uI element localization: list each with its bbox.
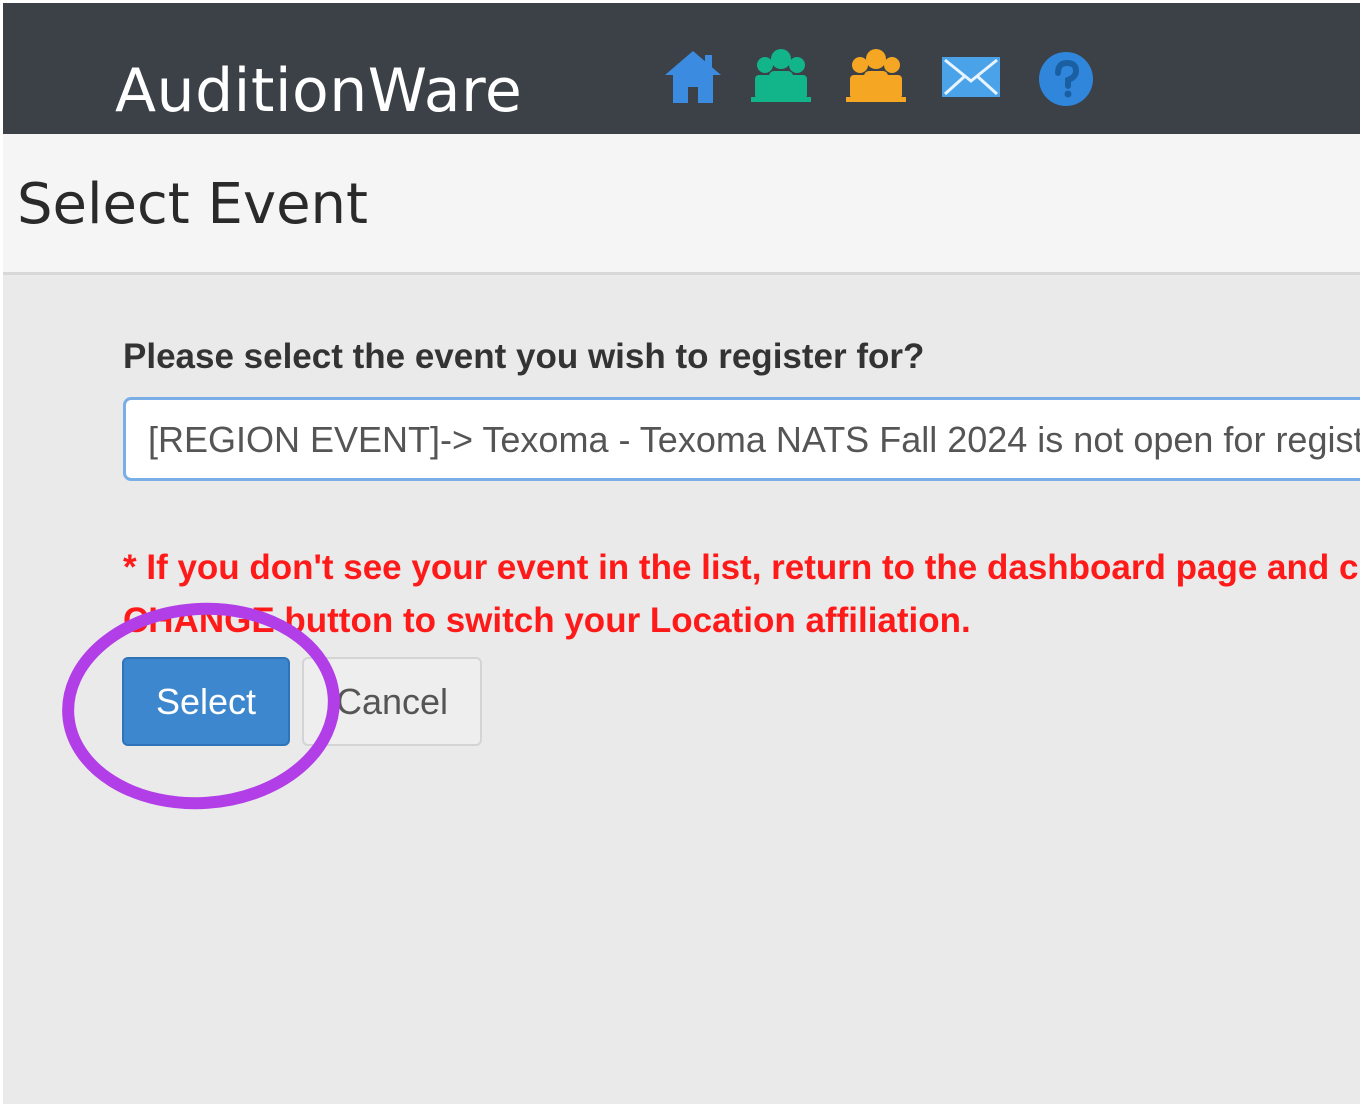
page-header: Select Event: [3, 134, 1360, 275]
page-title: Select Event: [17, 172, 368, 237]
event-select-dropdown[interactable]: [REGION EVENT]-> Texoma - Texoma NATS Fa…: [123, 397, 1360, 481]
group-icon[interactable]: [844, 45, 908, 109]
help-icon[interactable]: [1034, 45, 1098, 109]
location-notice: * If you don't see your event in the lis…: [123, 548, 1360, 640]
app-brand[interactable]: AuditionWare: [115, 51, 522, 131]
select-button[interactable]: Select: [122, 657, 290, 746]
top-navbar: AuditionWare: [3, 3, 1360, 134]
group-icon[interactable]: [749, 45, 813, 109]
event-select-value: [REGION EVENT]-> Texoma - Texoma NATS Fa…: [148, 419, 1360, 460]
mail-icon[interactable]: [939, 45, 1003, 109]
home-icon[interactable]: [661, 45, 725, 109]
event-select-label: Please select the event you wish to regi…: [123, 337, 925, 376]
app-window: AuditionWare Select Event Please select …: [3, 3, 1360, 1104]
cancel-button[interactable]: Cancel: [302, 657, 482, 746]
